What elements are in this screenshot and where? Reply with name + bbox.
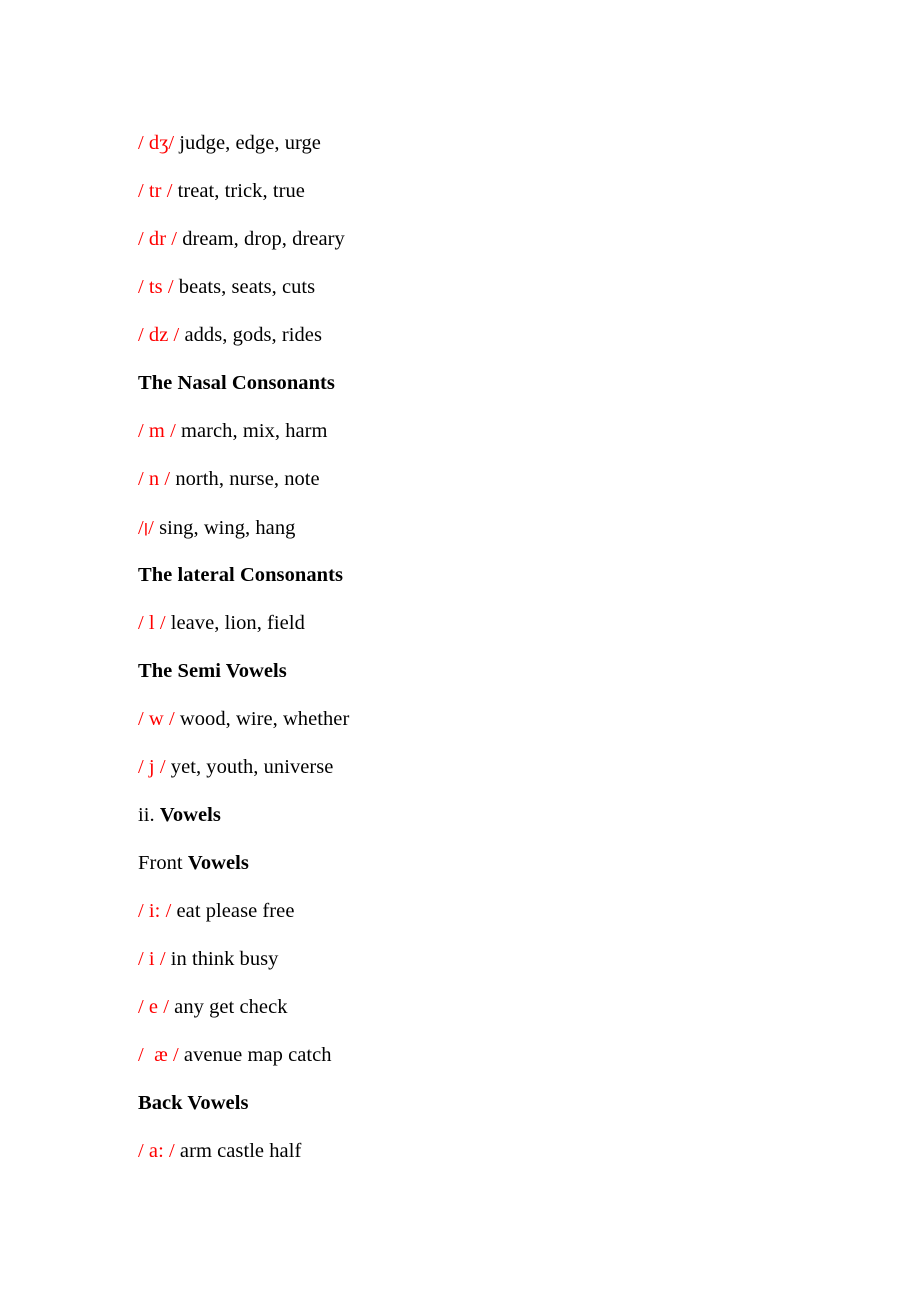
pronunciation-line: / ts / beats, seats, cuts (138, 263, 860, 311)
example-words: sing, wing, hang (159, 517, 296, 539)
example-words: treat, trick, true (177, 180, 305, 202)
example-words: dream, drop, dreary (182, 228, 345, 250)
phonetic-symbol: / a: / (138, 1140, 180, 1162)
section-heading-vowels: ii. Vowels (138, 791, 860, 839)
pronunciation-line: / i / in think busy (138, 935, 860, 983)
phonetic-symbol: / dz / (138, 324, 185, 346)
phonetic-symbol: / n / (138, 468, 176, 490)
phonetic-symbol: / tr / (138, 180, 178, 202)
example-words: yet, youth, universe (170, 756, 334, 778)
phonetic-symbol: / i / (138, 948, 171, 970)
example-words: march, mix, harm (181, 420, 328, 442)
phonetic-symbol: / ts / (138, 276, 179, 298)
list-numeral: ii. (138, 804, 160, 826)
heading-qualifier: Front (138, 852, 188, 874)
phonetic-symbol: / m / (138, 420, 182, 442)
pronunciation-line: / tr / treat, trick, true (138, 167, 860, 215)
example-words: any get check (174, 996, 288, 1018)
phonetic-symbol: / dʒ/ (138, 132, 180, 154)
pronunciation-line: / m / march, mix, harm (138, 407, 860, 455)
example-words: leave, lion, field (170, 612, 305, 634)
example-words: avenue map catch (183, 1044, 332, 1066)
pronunciation-line: /ן/ sing, wing, hang (138, 503, 860, 551)
example-words: in think busy (170, 948, 279, 970)
pronunciation-line: / j / yet, youth, universe (138, 743, 860, 791)
pronunciation-line: / w / wood, wire, whether (138, 695, 860, 743)
pronunciation-line: / dʒ/ judge, edge, urge (138, 119, 860, 167)
pronunciation-line: / dz / adds, gods, rides (138, 311, 860, 359)
example-words: adds, gods, rides (184, 324, 322, 346)
section-heading-semi-vowels: The Semi Vowels (138, 660, 287, 682)
example-words: north, nurse, note (175, 468, 320, 490)
pronunciation-line: / æ / avenue map catch (138, 1031, 860, 1079)
section-heading-front-vowels: Front Vowels (138, 839, 860, 887)
phonetic-symbol: / j / (138, 756, 171, 778)
pronunciation-line: / a: / arm castle half (138, 1127, 860, 1175)
phonetic-symbol: / dr / (138, 228, 183, 250)
section-heading-lateral-consonants: The lateral Consonants (138, 564, 343, 586)
example-words: arm castle half (179, 1140, 302, 1162)
phonetic-symbol: / æ / (138, 1044, 184, 1066)
slash-close: / (148, 517, 160, 539)
section-heading-label: Vowels (159, 804, 221, 826)
example-words: judge, edge, urge (179, 132, 321, 154)
document-page: / dʒ/ judge, edge, urge / tr / treat, tr… (0, 0, 920, 1302)
pronunciation-line: / dr / dream, drop, dreary (138, 215, 860, 263)
pronunciation-line: / n / north, nurse, note (138, 455, 860, 503)
example-words: wood, wire, whether (179, 708, 350, 730)
pronunciation-line: / l / leave, lion, field (138, 599, 860, 647)
phonetic-symbol: /ן/ (138, 517, 159, 539)
phonetic-symbol: / w / (138, 708, 180, 730)
phonetic-symbol: / e / (138, 996, 175, 1018)
example-words: beats, seats, cuts (178, 276, 316, 298)
section-heading-nasal-consonants: The Nasal Consonants (138, 372, 335, 394)
pronunciation-line: / i: / eat please free (138, 887, 860, 935)
section-heading-label: Vowels (187, 852, 249, 874)
example-words: eat please free (176, 900, 295, 922)
phonetic-symbol: / i: / (138, 900, 177, 922)
pronunciation-line: / e / any get check (138, 983, 860, 1031)
section-heading-back-vowels: Back Vowels (138, 1092, 249, 1114)
document-body: / dʒ/ judge, edge, urge / tr / treat, tr… (138, 119, 860, 1175)
phonetic-symbol: / l / (138, 612, 171, 634)
